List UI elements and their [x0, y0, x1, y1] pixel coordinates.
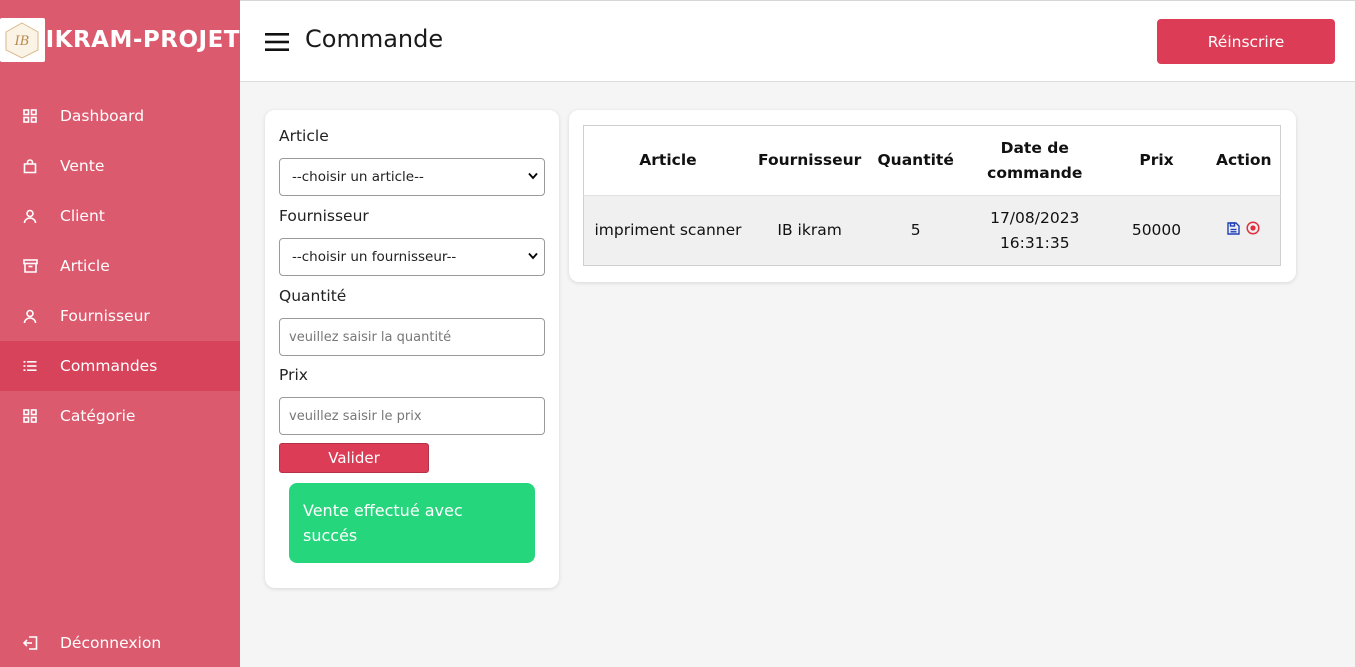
chevron-down-icon: [528, 172, 538, 180]
table-row: impriment scanner IB ikram 5 17/08/2023 …: [583, 195, 1281, 266]
fournisseur-select-value: --choisir un fournisseur--: [292, 249, 457, 265]
sidebar-item-label: Dashboard: [60, 107, 145, 125]
brand-name: IKRAM-PROJET: [45, 27, 240, 53]
sidebar-item-article[interactable]: Article: [0, 241, 240, 291]
topbar: Commande Réinscrire: [240, 0, 1355, 82]
sidebar-item-vente[interactable]: Vente: [0, 141, 240, 191]
column-header-action: Action: [1207, 125, 1281, 196]
logo[interactable]: IB: [0, 18, 45, 62]
cell-prix: 50000: [1105, 195, 1208, 266]
sidebar-nav: Dashboard Vente Client Article Fournisse…: [0, 91, 240, 441]
hamburger-menu-icon[interactable]: [265, 32, 289, 52]
sidebar-item-label: Client: [60, 207, 105, 225]
sidebar-footer: Déconnexion: [0, 619, 240, 667]
sidebar-item-client[interactable]: Client: [0, 191, 240, 241]
column-header-date: Date de commande: [964, 125, 1106, 196]
logout-label: Déconnexion: [60, 634, 162, 652]
sidebar: IB IKRAM-PROJET Dashboard Vente Client A…: [0, 0, 240, 667]
cell-fournisseur: IB ikram: [751, 195, 868, 266]
column-header-article: Article: [583, 125, 752, 196]
valider-button[interactable]: Valider: [279, 443, 429, 473]
sidebar-item-label: Vente: [60, 157, 105, 175]
prix-label: Prix: [279, 366, 308, 384]
column-header-prix: Prix: [1105, 125, 1208, 196]
article-label: Article: [279, 127, 329, 145]
fournisseur-label: Fournisseur: [279, 207, 369, 225]
sidebar-item-commandes[interactable]: Commandes: [0, 341, 240, 391]
user-icon: [22, 208, 38, 224]
chevron-down-icon: [528, 252, 538, 260]
delete-icon[interactable]: [1246, 218, 1260, 243]
commandes-table: Article Fournisseur Quantité Date de com…: [583, 125, 1281, 266]
fournisseur-select[interactable]: --choisir un fournisseur--: [279, 238, 545, 276]
column-header-quantite: Quantité: [867, 125, 965, 196]
list-icon: [22, 358, 38, 374]
sidebar-item-fournisseur[interactable]: Fournisseur: [0, 291, 240, 341]
cell-quantite: 5: [867, 195, 965, 266]
success-alert: Vente effectué avec succés: [289, 483, 535, 563]
article-select-value: --choisir un article--: [292, 169, 424, 185]
quantite-input[interactable]: veuillez saisir la quantité: [279, 318, 545, 356]
article-select[interactable]: --choisir un article--: [279, 158, 545, 196]
logout-icon: [22, 635, 38, 651]
table-header-row: Article Fournisseur Quantité Date de com…: [583, 125, 1281, 196]
archive-icon: [22, 258, 38, 274]
sidebar-item-label: Commandes: [60, 357, 158, 375]
quantite-placeholder: veuillez saisir la quantité: [289, 329, 452, 345]
brand: IB IKRAM-PROJET: [0, 0, 240, 82]
sidebar-item-categorie[interactable]: Catégorie: [0, 391, 240, 441]
sidebar-item-dashboard[interactable]: Dashboard: [0, 91, 240, 141]
quantite-label: Quantité: [279, 287, 347, 305]
row-actions: [1214, 218, 1274, 243]
prix-input[interactable]: veuillez saisir le prix: [279, 397, 545, 435]
prix-placeholder: veuillez saisir le prix: [289, 408, 422, 424]
shopping-bag-icon: [22, 158, 38, 174]
commande-form-card: Article --choisir un article-- Fournisse…: [265, 110, 559, 588]
cell-article: impriment scanner: [583, 195, 752, 266]
sidebar-item-label: Article: [60, 257, 110, 275]
svg-text:IB: IB: [14, 34, 30, 49]
grid-icon: [22, 408, 38, 424]
reinscrire-button[interactable]: Réinscrire: [1157, 19, 1335, 64]
user-icon: [22, 308, 38, 324]
grid-icon: [22, 108, 38, 124]
column-header-fournisseur: Fournisseur: [751, 125, 868, 196]
cell-action: [1207, 195, 1281, 266]
cell-date: 17/08/2023 16:31:35: [964, 195, 1106, 266]
sidebar-item-label: Fournisseur: [60, 307, 150, 325]
sidebar-item-label: Catégorie: [60, 407, 136, 425]
logout-button[interactable]: Déconnexion: [0, 619, 240, 667]
logo-icon: IB: [5, 22, 39, 59]
page-title: Commande: [305, 25, 444, 53]
commandes-table-card: Article Fournisseur Quantité Date de com…: [569, 110, 1296, 282]
edit-icon[interactable]: [1227, 218, 1240, 243]
